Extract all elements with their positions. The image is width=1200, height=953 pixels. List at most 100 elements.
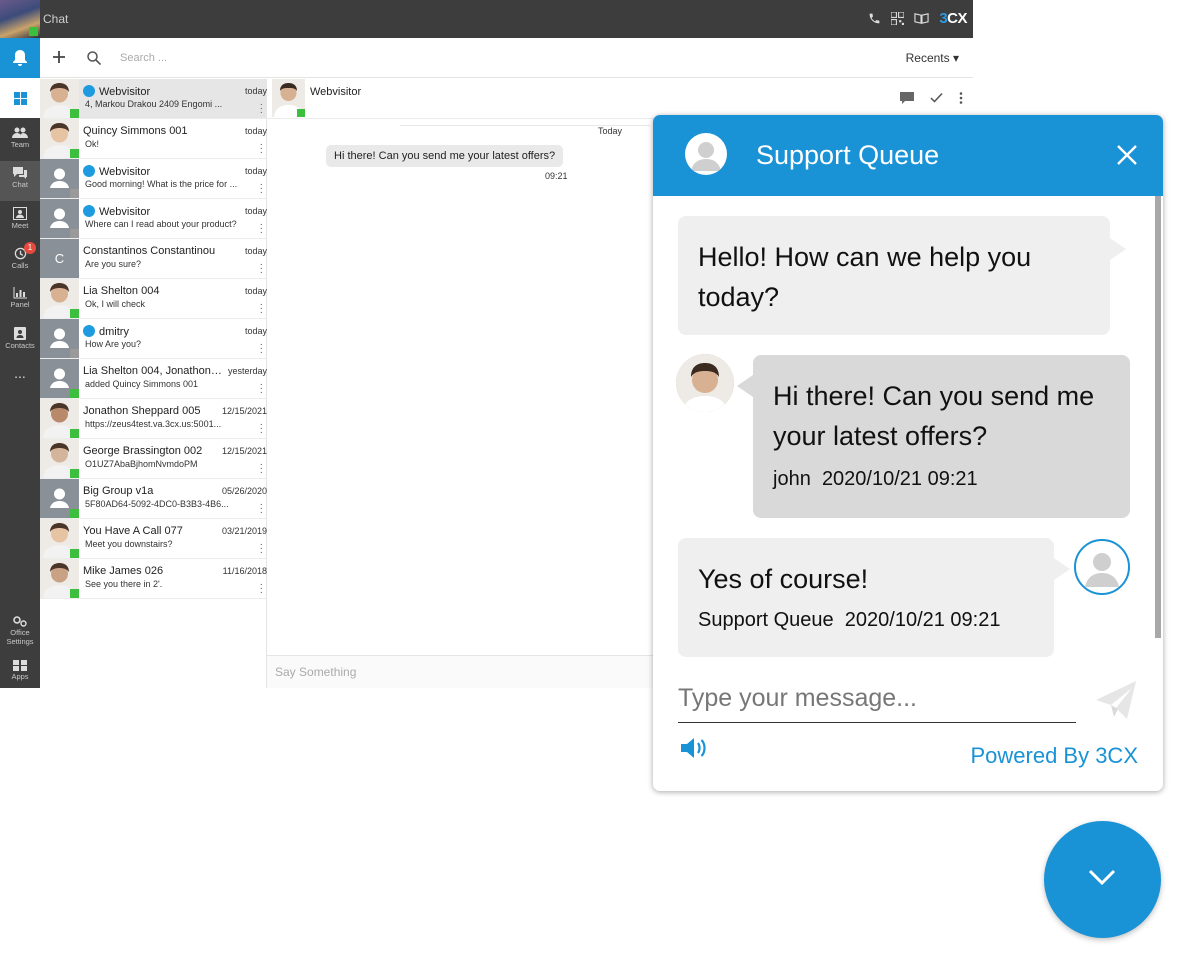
widget-header: Support Queue: [653, 115, 1163, 196]
conversation-name-text: Big Group v1a: [83, 485, 154, 497]
minimize-chat-button[interactable]: [1044, 821, 1161, 938]
conversation-name: Webvisitor: [83, 205, 223, 218]
more-vertical-icon[interactable]: · · ·: [260, 500, 263, 518]
conversation-name-text: Constantinos Constantinou: [83, 245, 216, 257]
search-input[interactable]: Search ...: [120, 52, 167, 64]
contact-avatar: [40, 79, 79, 118]
conversation-date: today: [244, 206, 267, 216]
windows-app-button[interactable]: [0, 78, 40, 118]
day-label: Today: [598, 126, 623, 136]
conversation-date: 05/26/2020: [221, 486, 267, 496]
chat-message: Hi there! Can you send me your latest of…: [326, 145, 564, 167]
webvisitor-icon: [83, 85, 95, 97]
more-vertical-icon[interactable]: [959, 92, 963, 104]
presence-indicator: [70, 109, 79, 118]
conversation-row[interactable]: Mike James 026 11/16/2018 See you there in…: [40, 559, 267, 599]
conversation-row[interactable]: Webvisitor today 4, Markou Drakou 2409 Eng…: [40, 79, 267, 119]
more-vertical-icon[interactable]: · · ·: [260, 260, 263, 278]
presence-indicator: [70, 429, 79, 438]
panel-icon: [13, 287, 27, 299]
more-vertical-icon[interactable]: · · ·: [260, 580, 263, 598]
conversation-date: 12/15/2021: [221, 406, 267, 416]
conversation-preview: 5F80AD64-5092-4DC0-B3B3-4B6...: [85, 499, 229, 509]
conversation-row[interactable]: George Brassington 002 12/15/2021 O1UZ7Aba…: [40, 439, 267, 479]
apps-icon: [13, 660, 27, 671]
notifications-button[interactable]: [0, 38, 40, 78]
conversation-date: 12/15/2021: [221, 446, 267, 456]
phone-icon[interactable]: [868, 12, 881, 25]
more-vertical-icon[interactable]: · · ·: [260, 220, 263, 238]
conversation-date: today: [244, 326, 267, 336]
book-icon[interactable]: [914, 12, 929, 25]
contact-avatar: [40, 159, 79, 198]
conversation-name-text: dmitry: [99, 326, 129, 338]
contact-avatar: [40, 319, 79, 358]
powered-by-link[interactable]: Powered By 3CX: [970, 743, 1138, 769]
brand-main: 3: [939, 10, 948, 27]
plus-icon[interactable]: [52, 50, 66, 64]
rail-apps[interactable]: Apps: [0, 654, 40, 694]
scrollbar[interactable]: [1155, 196, 1161, 638]
contact-avatar: [40, 359, 79, 398]
close-icon[interactable]: [1116, 144, 1138, 166]
message-time: 2020/10/21 09:21: [844, 609, 1001, 631]
conversation-preview: Meet you downstairs?: [85, 539, 173, 549]
user-avatar[interactable]: [0, 0, 40, 38]
conversation-preview: Good morning! What is the price for ...: [85, 179, 238, 189]
recents-dropdown[interactable]: Recents ▾: [906, 51, 959, 65]
check-icon[interactable]: [930, 92, 943, 103]
conversation-preview: https://zeus4test.va.3cx.us:5001...: [85, 419, 222, 429]
person-photo: [676, 354, 734, 412]
webvisitor-icon: [83, 205, 95, 217]
send-icon[interactable]: [1094, 678, 1138, 722]
queue-avatar: [685, 133, 727, 175]
rail-office-settings[interactable]: Office Settings: [0, 610, 40, 650]
more-vertical-icon[interactable]: · · ·: [260, 300, 263, 318]
conversation-row[interactable]: Big Group v1a 05/26/2020 5F80AD64-5092-4DC…: [40, 479, 267, 519]
webvisitor-icon: [83, 165, 95, 177]
more-vertical-icon[interactable]: · · ·: [260, 460, 263, 478]
chat-header: Webvisitor: [267, 79, 973, 119]
windows-icon: [13, 91, 27, 105]
qr-code-icon[interactable]: [891, 12, 905, 25]
more-vertical-icon[interactable]: · · ·: [260, 100, 263, 118]
app-title: Chat: [43, 12, 69, 26]
conversation-row[interactable]: You Have A Call 077 03/21/2019 Meet you do…: [40, 519, 267, 559]
more-vertical-icon[interactable]: · · ·: [260, 380, 263, 398]
more-vertical-icon[interactable]: · · ·: [260, 340, 263, 358]
conversation-name: Quincy Simmons 001: [83, 125, 223, 137]
volume-icon[interactable]: [680, 736, 708, 760]
rail-meet[interactable]: Meet: [0, 201, 40, 241]
conversation-name: Webvisitor: [83, 165, 223, 178]
conversation-row[interactable]: C Constantinos Constantinou today Are you s…: [40, 239, 267, 279]
rail-team[interactable]: Team: [0, 121, 40, 161]
conversation-date: today: [244, 126, 267, 136]
bubble-tail: [737, 375, 753, 397]
rail-more[interactable]: ...: [0, 365, 40, 405]
conversation-row[interactable]: dmitry today How Are you? · · ·: [40, 319, 267, 359]
message-time: 2020/10/21 09:21: [821, 468, 978, 490]
contact-avatar: [40, 279, 79, 318]
rail-contacts[interactable]: Contacts: [0, 321, 40, 361]
conversation-row[interactable]: Quincy Simmons 001 today Ok! · · ·: [40, 119, 267, 159]
message-icon[interactable]: [900, 92, 914, 105]
more-vertical-icon[interactable]: · · ·: [260, 540, 263, 558]
search-icon[interactable]: [87, 51, 101, 65]
conversation-row[interactable]: Webvisitor today Where can I read about yo…: [40, 199, 267, 239]
conversation-row[interactable]: Jonathon Sheppard 005 12/15/2021 https://z…: [40, 399, 267, 439]
conversation-name: George Brassington 002: [83, 445, 223, 457]
rail-label-team: Team: [10, 140, 30, 149]
more-vertical-icon[interactable]: · · ·: [260, 140, 263, 158]
webvisitor-icon: [83, 325, 95, 337]
rail-chat[interactable]: Chat: [0, 161, 40, 201]
more-vertical-icon[interactable]: · · ·: [260, 420, 263, 438]
conversation-row[interactable]: Lia Shelton 004, Jonathon ... yesterday ad…: [40, 359, 267, 399]
rail-calls[interactable]: Calls 1: [0, 241, 40, 281]
rail-panel[interactable]: Panel: [0, 281, 40, 321]
conversation-row[interactable]: Lia Shelton 004 today Ok, I will check · · ·: [40, 279, 267, 319]
conversation-name: You Have A Call 077: [83, 525, 223, 537]
conversation-row[interactable]: Webvisitor today Good morning! What is the…: [40, 159, 267, 199]
bubble-tail: [1110, 238, 1126, 260]
more-vertical-icon[interactable]: · · ·: [260, 180, 263, 198]
message-input[interactable]: Type your message...: [678, 680, 1076, 723]
